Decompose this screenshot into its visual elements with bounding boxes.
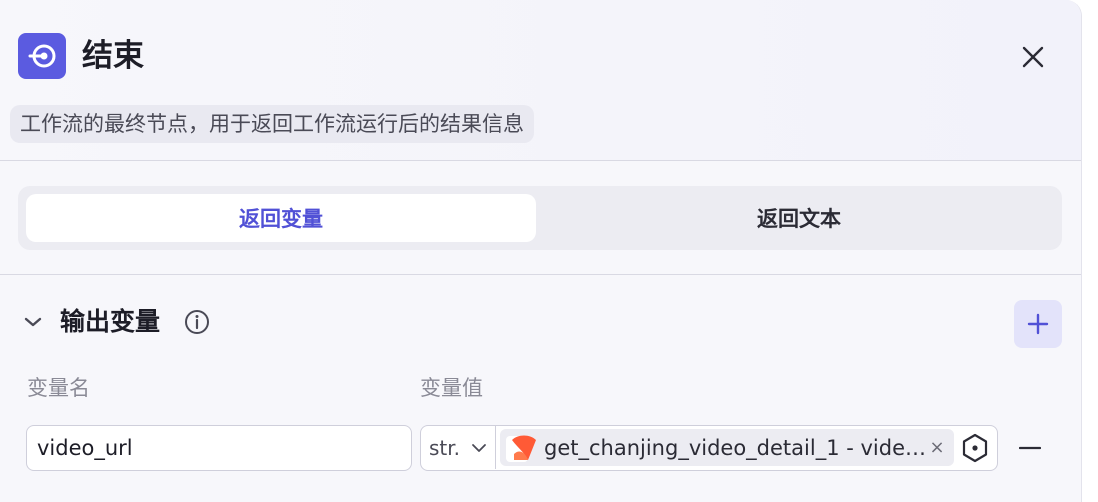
variable-reference-label: get_chanjing_video_detail_1 - video_url bbox=[544, 435, 930, 460]
plus-icon bbox=[1027, 313, 1049, 335]
close-icon bbox=[1022, 46, 1044, 68]
variable-name-input[interactable] bbox=[26, 425, 412, 471]
end-node-panel: 结束 工作流的最终节点，用于返回工作流运行后的结果信息 返回变量 返回文本 输出… bbox=[0, 0, 1082, 502]
column-label-name: 变量名 bbox=[27, 376, 90, 400]
type-select[interactable]: str. bbox=[421, 426, 496, 469]
tab-return-variables[interactable]: 返回变量 bbox=[26, 194, 536, 242]
section-collapse-toggle[interactable] bbox=[20, 309, 46, 335]
minus-icon bbox=[1019, 446, 1041, 450]
remove-reference-icon[interactable]: × bbox=[928, 437, 946, 458]
column-label-value: 变量值 bbox=[420, 376, 483, 400]
variable-value-field: str. get_chanjing_video_detail_1 - video… bbox=[420, 425, 998, 471]
tab-return-text[interactable]: 返回文本 bbox=[544, 194, 1054, 242]
end-node-icon bbox=[18, 33, 66, 79]
variable-reference-tag[interactable]: get_chanjing_video_detail_1 - video_url … bbox=[500, 429, 954, 466]
close-button[interactable] bbox=[1012, 36, 1054, 78]
info-icon[interactable] bbox=[184, 309, 210, 335]
divider bbox=[0, 274, 1081, 275]
variable-picker-icon[interactable] bbox=[959, 432, 991, 464]
chevron-down-icon bbox=[24, 317, 42, 327]
node-title: 结束 bbox=[82, 38, 144, 74]
chevron-down-icon bbox=[472, 444, 486, 452]
plugin-logo-icon bbox=[506, 435, 536, 462]
remove-variable-button[interactable] bbox=[1016, 436, 1044, 460]
mode-switch: 返回变量 返回文本 bbox=[18, 186, 1062, 250]
type-select-value: str. bbox=[429, 435, 461, 460]
node-description: 工作流的最终节点，用于返回工作流运行后的结果信息 bbox=[10, 105, 534, 143]
add-variable-button[interactable] bbox=[1014, 300, 1062, 348]
section-title: 输出变量 bbox=[60, 307, 161, 336]
divider bbox=[0, 160, 1081, 161]
